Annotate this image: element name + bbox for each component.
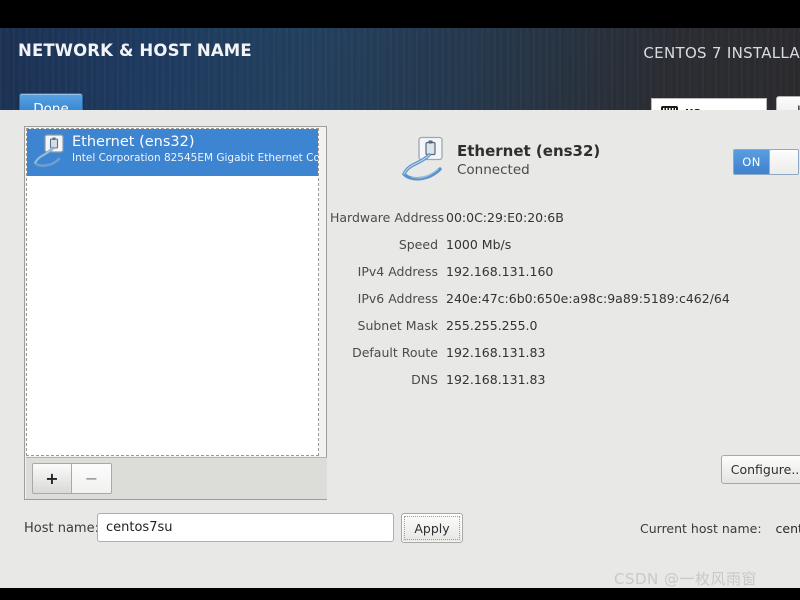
installer-screen: NETWORK & HOST NAME Done CENTOS 7 INSTAL…	[0, 0, 800, 600]
device-list-toolbar: + −	[26, 457, 327, 499]
property-row: IPv4 Address 192.168.131.160	[330, 258, 800, 285]
hostname-input-value: centos7su	[106, 520, 173, 535]
ethernet-icon	[33, 133, 67, 169]
list-item-text: Ethernet (ens32) Intel Corporation 82545…	[72, 133, 318, 165]
configure-button[interactable]: Configure...	[721, 455, 800, 484]
apply-button-label: Apply	[414, 520, 450, 536]
property-label: Speed	[398, 237, 438, 252]
device-name: Ethernet (ens32)	[457, 142, 601, 160]
configure-button-label: Configure...	[730, 462, 800, 477]
add-device-label: +	[45, 469, 59, 488]
apply-button[interactable]: Apply	[401, 513, 463, 543]
current-hostname: Current host name: cent	[640, 521, 800, 536]
property-row: Default Route 192.168.131.83	[330, 339, 800, 366]
device-power-toggle[interactable]: ON	[733, 149, 799, 175]
done-button[interactable]: Done	[19, 93, 83, 110]
keyboard-layout-label: us	[685, 105, 701, 110]
list-item-description: Intel Corporation 82545EM Gigabit Ethern…	[72, 152, 318, 164]
property-label: Hardware Address	[330, 210, 445, 225]
property-row: Speed 1000 Mb/s	[330, 231, 800, 258]
property-row: Hardware Address 00:0C:29:E0:20:6B	[330, 204, 800, 231]
property-value: 192.168.131.83	[446, 372, 546, 387]
hostname-label: Host name:	[24, 521, 99, 536]
property-label: IPv4 Address	[357, 264, 438, 279]
list-item[interactable]: Ethernet (ens32) Intel Corporation 82545…	[27, 129, 318, 176]
property-value: 192.168.131.160	[446, 264, 554, 279]
letterbox-bottom	[0, 588, 800, 600]
remove-device-label: −	[84, 469, 99, 488]
help-button[interactable]: H	[776, 96, 800, 110]
property-label: DNS	[411, 372, 438, 387]
toggle-knob[interactable]	[769, 150, 798, 174]
device-detail-text: Ethernet (ens32) Connected	[457, 136, 600, 180]
property-value: 1000 Mb/s	[446, 237, 512, 252]
device-list[interactable]: Ethernet (ens32) Intel Corporation 82545…	[26, 128, 319, 456]
property-label: Subnet Mask	[357, 318, 438, 333]
keyboard-layout-indicator[interactable]: us	[651, 98, 767, 110]
current-hostname-label: Current host name:	[640, 521, 762, 536]
property-value: 00:0C:29:E0:20:6B	[446, 210, 564, 225]
property-value: 240e:47c:6b0:650e:a98c:9a89:5189:c462/64	[446, 291, 730, 306]
toggle-state-label: ON	[734, 150, 769, 174]
device-detail-panel: Ethernet (ens32) Connected ON Hardware A…	[330, 120, 800, 500]
property-value: 255.255.255.0	[446, 318, 538, 333]
property-row: DNS 192.168.131.83	[330, 366, 800, 393]
device-properties: Hardware Address 00:0C:29:E0:20:6B Speed…	[330, 204, 800, 393]
device-detail-header: Ethernet (ens32) Connected	[402, 136, 600, 184]
device-status: Connected	[457, 162, 530, 178]
list-item-title: Ethernet (ens32)	[72, 134, 195, 150]
watermark: CSDN @一枚风雨窗	[614, 570, 758, 588]
letterbox-top	[0, 0, 800, 28]
device-list-panel: Ethernet (ens32) Intel Corporation 82545…	[24, 126, 327, 500]
remove-device-button[interactable]: −	[72, 463, 112, 494]
property-value: 192.168.131.83	[446, 345, 546, 360]
current-hostname-value: cent	[775, 521, 800, 536]
main-content: Ethernet (ens32) Intel Corporation 82545…	[0, 110, 800, 588]
property-label: IPv6 Address	[357, 291, 438, 306]
property-row: Subnet Mask 255.255.255.0	[330, 312, 800, 339]
property-label: Default Route	[352, 345, 438, 360]
add-device-button[interactable]: +	[32, 463, 72, 494]
hostname-input[interactable]: centos7su	[97, 513, 394, 542]
app-header: NETWORK & HOST NAME Done CENTOS 7 INSTAL…	[0, 28, 800, 110]
installer-banner-label: CENTOS 7 INSTALLA	[643, 44, 800, 62]
keyboard-icon	[661, 106, 678, 110]
page-title: NETWORK & HOST NAME	[18, 41, 252, 60]
done-button-label: Done	[33, 100, 69, 111]
ethernet-plug-icon	[402, 136, 448, 184]
property-row: IPv6 Address 240e:47c:6b0:650e:a98c:9a89…	[330, 285, 800, 312]
